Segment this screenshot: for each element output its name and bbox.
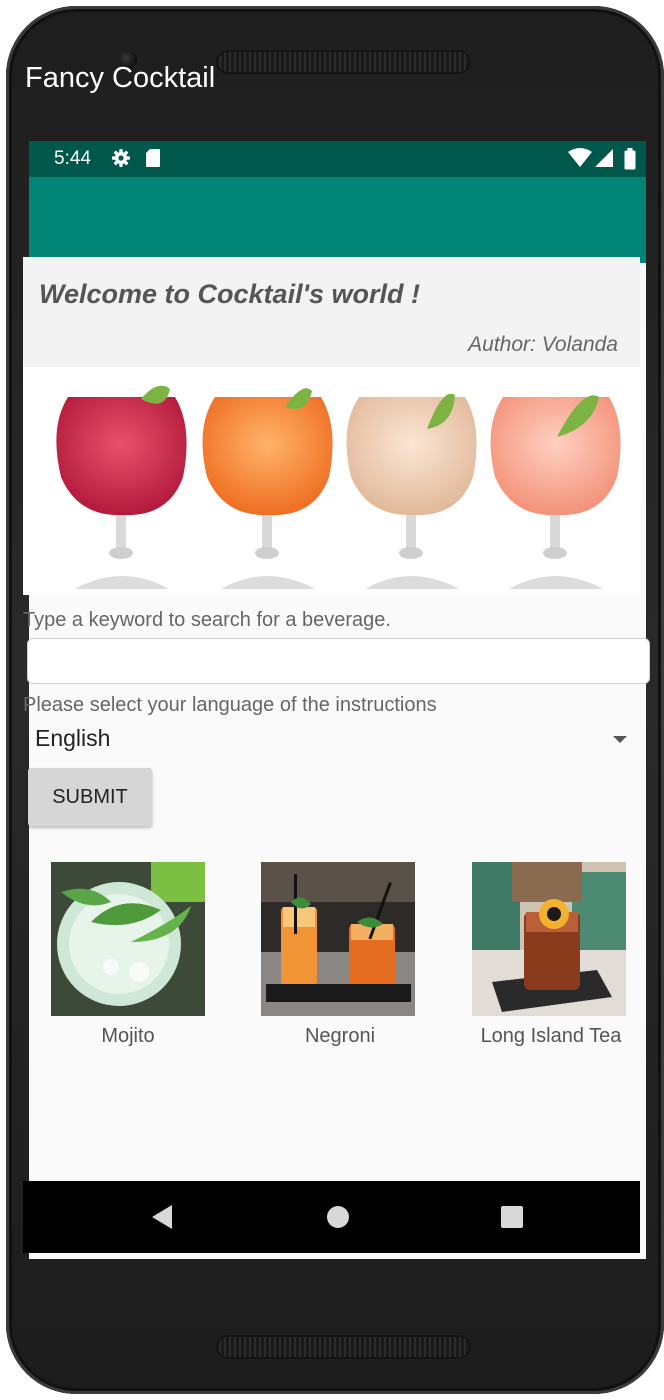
mojito-image: [51, 862, 205, 1016]
submit-button[interactable]: SUBMIT: [28, 768, 152, 826]
top-speaker-grille: [216, 50, 471, 74]
welcome-panel: Welcome to Cocktail's world ! Author: Vo…: [23, 257, 640, 367]
drink-name: Negroni: [304, 1025, 376, 1047]
negroni-image: [261, 862, 415, 1016]
recents-icon[interactable]: [501, 1206, 523, 1228]
author-label: Author: Volanda: [468, 333, 618, 356]
bottom-speaker-grille: [216, 1335, 471, 1359]
drink-card-long-island-tea[interactable]: Long Island Tea: [446, 862, 656, 1052]
long-island-tea-image: [472, 862, 626, 1016]
app-title: Fancy Cocktail: [25, 62, 216, 94]
search-input[interactable]: [27, 638, 650, 684]
language-dropdown[interactable]: English: [23, 721, 640, 765]
drink-card-negroni[interactable]: Negroni: [235, 862, 445, 1052]
glass-orange: [202, 388, 333, 589]
glass-cream: [346, 393, 477, 589]
drink-thumbnail[interactable]: [51, 862, 205, 1016]
home-icon[interactable]: [327, 1206, 349, 1228]
system-navigation-bar: [23, 1181, 640, 1253]
language-selected-value: English: [35, 725, 111, 751]
dropdown-arrow-icon: [613, 736, 627, 743]
cocktail-glasses-illustration: [56, 385, 621, 589]
language-label: Please select your language of the instr…: [23, 694, 437, 716]
welcome-title: Welcome to Cocktail's world !: [39, 279, 420, 309]
content-area: Welcome to Cocktail's world ! Author: Vo…: [23, 135, 650, 1181]
search-label: Type a keyword to search for a beverage.: [23, 609, 391, 631]
drink-card-mojito[interactable]: Mojito: [23, 862, 233, 1052]
glass-red: [56, 385, 187, 589]
hero-cocktails-image: [23, 367, 640, 595]
drink-name: Mojito: [101, 1025, 155, 1047]
drink-thumbnail[interactable]: [261, 862, 415, 1016]
drink-thumbnail[interactable]: [472, 862, 626, 1016]
back-icon[interactable]: [152, 1205, 172, 1229]
glass-pink: [490, 395, 621, 589]
drink-name: Long Island Tea: [480, 1025, 622, 1047]
